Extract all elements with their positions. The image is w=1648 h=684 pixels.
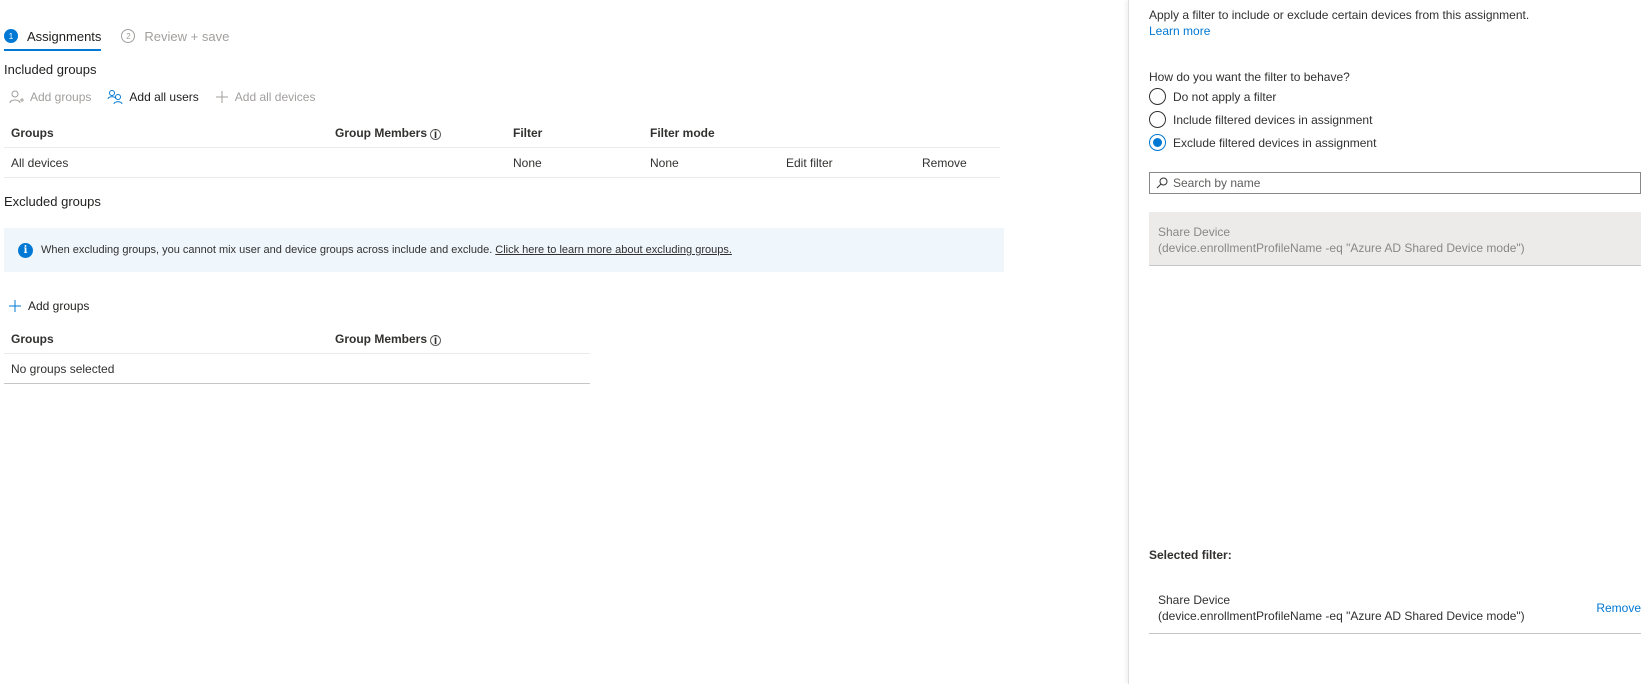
group-filter: None (513, 156, 542, 170)
table-row: All devices None None Edit filter Remove (4, 148, 1000, 178)
remove-group-link[interactable]: Remove (922, 156, 967, 170)
radio-circle (1149, 111, 1166, 128)
included-groups-title: Included groups (4, 62, 97, 77)
edit-filter-link[interactable]: Edit filter (786, 156, 833, 170)
filter-behavior-question: How do you want the filter to behave? (1149, 70, 1350, 84)
radio-do-not-apply-filter[interactable]: Do not apply a filter (1149, 88, 1276, 105)
radio-exclude-filtered-devices[interactable]: Exclude filtered devices in assignment (1149, 134, 1376, 151)
add-all-users-label: Add all users (129, 90, 199, 104)
filter-panel: Apply a filter to include or exclude cer… (1128, 0, 1648, 684)
info-icon: i (18, 242, 33, 258)
users-icon (107, 90, 123, 105)
col-groups: Groups (11, 126, 54, 140)
wizard-steps: 1 Assignments 2 Review + save (4, 24, 249, 52)
radio-label: Include filtered devices in assignment (1173, 112, 1373, 127)
table-row: No groups selected (4, 354, 590, 384)
add-groups-label: Add groups (28, 299, 90, 313)
selected-filter-item: Share Device (device.enrollmentProfileNa… (1149, 584, 1641, 634)
excluded-groups-title: Excluded groups (4, 194, 101, 209)
radio-circle (1149, 88, 1166, 105)
radio-include-filtered-devices[interactable]: Include filtered devices in assignment (1149, 111, 1372, 128)
col-groups: Groups (11, 332, 54, 346)
add-user-icon (9, 90, 24, 104)
selected-filter-rule: (device.enrollmentProfileName -eq "Azure… (1158, 609, 1525, 623)
learn-more-link[interactable]: Learn more (1149, 24, 1210, 38)
group-filter-mode: None (650, 156, 679, 170)
excluded-table-header: Groups Group Members i (4, 324, 590, 354)
radio-label: Do not apply a filter (1173, 89, 1277, 104)
info-icon: i (430, 128, 442, 140)
filter-search-box[interactable] (1149, 172, 1641, 194)
step-number-2: 2 (121, 29, 136, 43)
wizard-step-review-save[interactable]: 2 Review + save (121, 24, 229, 48)
search-icon (1156, 177, 1168, 189)
assignments-main: 1 Assignments 2 Review + save Included g… (0, 0, 1120, 684)
add-all-users-button[interactable]: Add all users (107, 89, 199, 105)
step-number-1: 1 (4, 29, 18, 43)
col-group-members-label: Group Members (335, 332, 428, 346)
col-filter-mode: Filter mode (650, 126, 715, 140)
excluded-groups-table: Groups Group Members i No groups selected (4, 324, 590, 384)
info-text: When excluding groups, you cannot mix us… (41, 244, 493, 256)
add-all-devices-label: Add all devices (234, 90, 316, 104)
included-groups-toolbar: Add groups Add all users Add all devices (8, 87, 331, 107)
add-all-devices-button[interactable]: Add all devices (215, 90, 316, 104)
plus-icon (9, 300, 21, 312)
add-groups-button[interactable]: Add groups (8, 89, 91, 105)
selected-filter-name: Share Device (1158, 593, 1231, 607)
radio-label: Exclude filtered devices in assignment (1173, 135, 1377, 150)
selected-filter-title: Selected filter: (1149, 548, 1232, 562)
plus-icon (215, 91, 228, 103)
add-groups-label: Add groups (30, 90, 92, 104)
wizard-step-assignments[interactable]: 1 Assignments (4, 24, 102, 51)
add-excluded-groups-button[interactable]: Add groups (8, 299, 89, 313)
step-label-assignments: Assignments (27, 28, 102, 44)
col-group-members: Group Members i (335, 126, 442, 140)
search-input[interactable] (1173, 176, 1633, 190)
learn-excluding-groups-link[interactable]: Click here to learn more about excluding… (495, 244, 732, 256)
filter-list-item[interactable]: Share Device (device.enrollmentProfileNa… (1149, 212, 1641, 266)
excluded-groups-toolbar: Add groups (8, 296, 105, 316)
empty-groups-text: No groups selected (11, 362, 115, 376)
included-table-header: Groups Group Members i Filter Filter mode (4, 118, 1000, 148)
col-group-members: Group Members i (335, 332, 442, 346)
remove-selected-filter-link[interactable]: Remove (1596, 600, 1641, 616)
col-group-members-label: Group Members (335, 126, 428, 140)
filter-name: Share Device (1158, 225, 1231, 239)
step-label-review-save: Review + save (144, 28, 230, 44)
filter-rule: (device.enrollmentProfileName -eq "Azure… (1158, 241, 1525, 255)
info-icon: i (430, 334, 442, 346)
col-filter: Filter (513, 126, 543, 140)
radio-circle (1149, 134, 1166, 151)
exclusion-info-bar: i When excluding groups, you cannot mix … (4, 228, 1004, 272)
included-groups-table: Groups Group Members i Filter Filter mode… (4, 118, 1000, 178)
panel-description: Apply a filter to include or exclude cer… (1149, 8, 1530, 22)
group-name: All devices (11, 156, 69, 170)
